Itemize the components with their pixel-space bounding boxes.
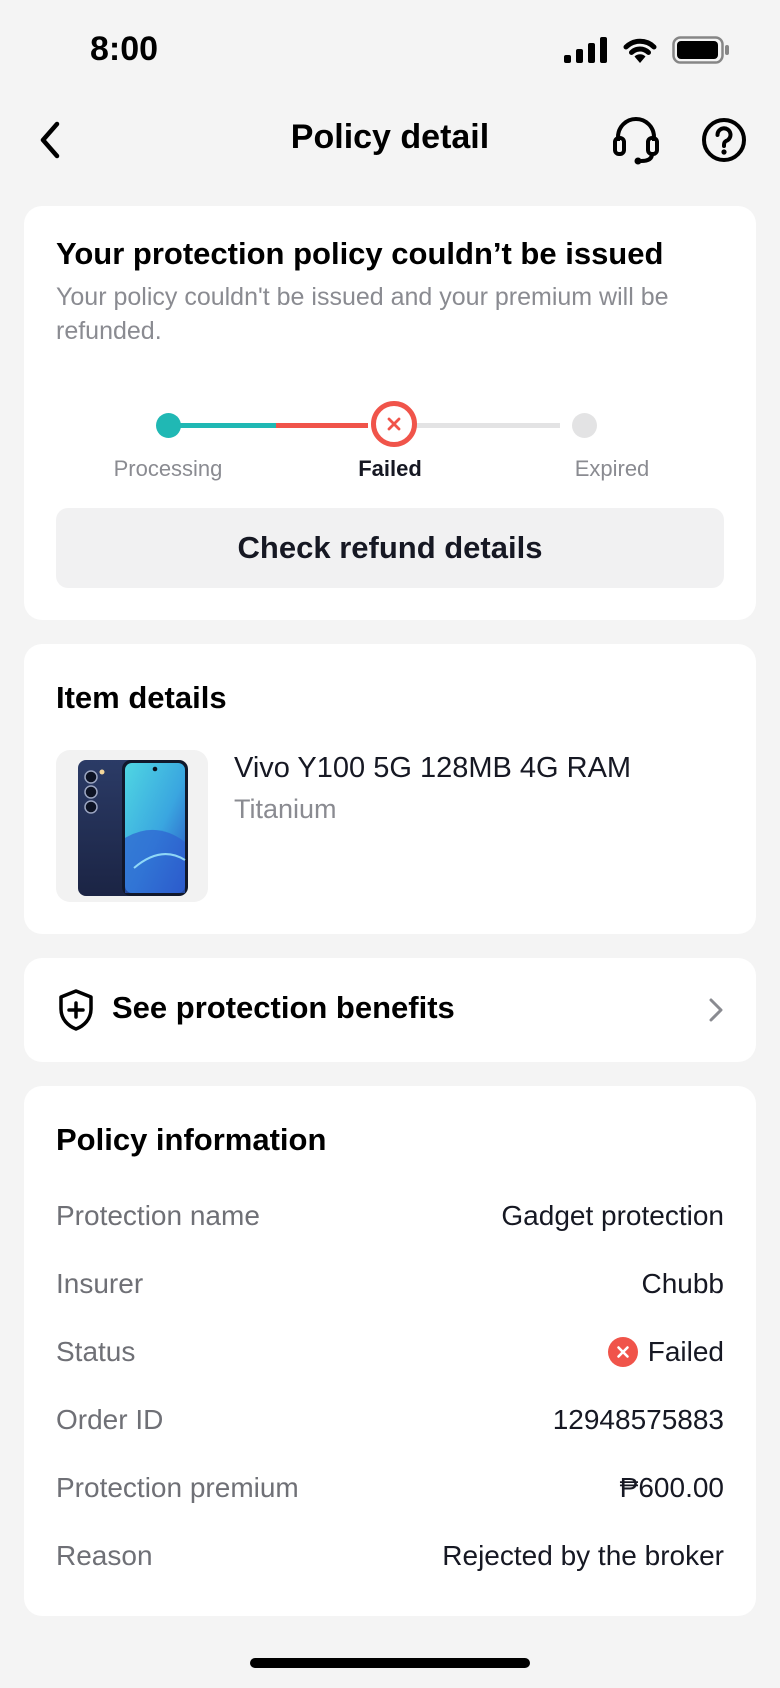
home-indicator <box>250 1658 530 1668</box>
protection-benefits-row[interactable]: See protection benefits <box>24 958 756 1062</box>
item-name: Vivo Y100 5G 128MB 4G RAM <box>234 752 632 784</box>
cellular-signal-icon <box>564 37 607 63</box>
step-dot-processing <box>156 413 181 438</box>
step-label-failed: Failed <box>358 456 422 481</box>
step-label-processing: Processing <box>113 456 223 481</box>
step-connector-failed <box>276 423 368 428</box>
step-connector-done <box>168 423 276 428</box>
check-refund-details-button[interactable]: Check refund details <box>56 508 724 588</box>
policy-progress-stepper: Processing Failed Expired <box>24 398 756 498</box>
info-row-status: Status Failed <box>56 1332 724 1372</box>
info-value: Chubb <box>641 1268 724 1299</box>
status-icons <box>564 36 730 64</box>
info-label: Reason <box>56 1540 153 1571</box>
policy-information-card: Policy information Protection name Gadge… <box>24 1086 756 1616</box>
info-label: Insurer <box>56 1268 144 1299</box>
info-value: ₱600.00 <box>619 1472 724 1503</box>
help-button[interactable] <box>696 112 752 168</box>
headset-icon <box>613 117 659 165</box>
failed-status-icon <box>607 1337 638 1367</box>
info-row-reason: Reason Rejected by the broker <box>56 1536 724 1576</box>
step-label-expired: Expired <box>574 456 650 481</box>
question-circle-icon <box>702 118 746 162</box>
info-label: Order ID <box>56 1404 164 1435</box>
battery-icon <box>672 36 729 64</box>
shield-plus-icon <box>59 989 93 1031</box>
item-variant: Titanium <box>234 794 337 824</box>
status-description: Your policy couldn't be issued and your … <box>56 283 669 345</box>
status-heading: Your protection policy couldn’t be issue… <box>56 236 664 271</box>
close-icon <box>387 417 401 431</box>
status-text: Failed <box>647 1336 724 1367</box>
info-value: Gadget protection <box>501 1200 724 1231</box>
step-failed-marker <box>371 401 417 447</box>
step-dot-expired <box>572 413 597 438</box>
policy-status-card: Your protection policy couldn’t be issue… <box>24 206 756 620</box>
item-details-card: Item details Vivo Y100 5G 128MB 4G RAM T… <box>24 644 756 934</box>
info-label: Protection premium <box>56 1472 299 1503</box>
info-row-insurer: Insurer Chubb <box>56 1264 724 1304</box>
item-details-title: Item details <box>56 680 227 715</box>
policy-information-title: Policy information <box>56 1122 327 1157</box>
info-label: Protection name <box>56 1200 260 1231</box>
info-row-premium: Protection premium ₱600.00 <box>56 1468 724 1508</box>
product-image[interactable] <box>56 750 208 902</box>
info-row-protection-name: Protection name Gadget protection <box>56 1196 724 1236</box>
benefits-label: See protection benefits <box>112 990 455 1025</box>
status-bar: 8:00 <box>0 0 780 100</box>
info-row-order-id: Order ID 12948575883 <box>56 1400 724 1440</box>
smartphone-image <box>78 760 188 896</box>
customer-support-button[interactable] <box>608 112 664 168</box>
info-label: Status <box>56 1336 136 1367</box>
wifi-icon <box>623 38 657 63</box>
chevron-right-icon <box>709 998 723 1022</box>
nav-bar: Policy detail <box>0 100 780 180</box>
order-id-value[interactable]: 12948575883 <box>553 1404 724 1436</box>
status-value: Failed <box>607 1336 724 1368</box>
info-value: Rejected by the broker <box>442 1540 724 1571</box>
status-time: 8:00 <box>90 30 159 68</box>
